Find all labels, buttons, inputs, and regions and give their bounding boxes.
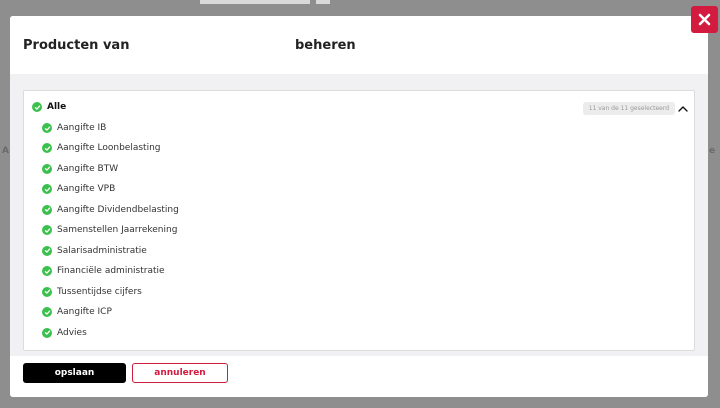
background-page-fragment: A <box>2 146 9 156</box>
check-circle-icon[interactable] <box>42 307 52 318</box>
product-row[interactable]: Aangifte ICP <box>42 304 112 320</box>
check-circle-icon[interactable] <box>32 102 42 112</box>
check-circle-icon[interactable] <box>42 245 52 256</box>
product-label: Aangifte IB <box>57 123 107 133</box>
product-row[interactable]: Advies <box>42 325 87 341</box>
modal-header: Producten van beheren <box>10 16 708 74</box>
manage-products-modal: Producten van beheren Alle 11 van de 11 … <box>10 16 708 397</box>
check-circle-icon[interactable] <box>42 123 52 133</box>
check-circle-icon[interactable] <box>42 286 52 297</box>
product-label: Advies <box>57 327 87 338</box>
product-row[interactable]: Salarisadministratie <box>42 243 147 259</box>
background-page-strip <box>316 0 330 4</box>
check-circle-icon[interactable] <box>42 327 52 338</box>
product-row-all[interactable]: Alle <box>32 99 66 115</box>
chevron-up-icon <box>678 105 688 112</box>
product-row[interactable]: Aangifte IB <box>42 120 106 136</box>
check-circle-icon[interactable] <box>42 163 52 174</box>
product-row[interactable]: Aangifte VPB <box>42 181 115 197</box>
product-label: Aangifte BTW <box>57 163 119 174</box>
check-circle-icon[interactable] <box>42 184 52 195</box>
save-button[interactable]: opslaan <box>23 363 126 383</box>
product-label: Samenstellen Jaarrekening <box>57 225 178 236</box>
modal-footer: opslaan annuleren <box>10 356 708 397</box>
product-row[interactable]: Aangifte Dividendbelasting <box>42 202 179 218</box>
cancel-button[interactable]: annuleren <box>132 363 228 383</box>
background-page-strip <box>200 0 310 4</box>
product-row[interactable]: Samenstellen Jaarrekening <box>42 222 177 238</box>
background-page-fragment: e <box>709 146 716 156</box>
product-label: Aangifte ICP <box>57 307 112 318</box>
close-button[interactable] <box>691 6 718 33</box>
check-circle-icon[interactable] <box>42 204 52 215</box>
product-label: Financiële administratie <box>57 266 165 277</box>
product-row[interactable]: Aangifte Loonbelasting <box>42 140 161 156</box>
product-label: Alle <box>47 102 67 112</box>
modal-title-prefix: Producten van <box>23 38 130 53</box>
modal-body: Alle 11 van de 11 geselecteerd Aangifte … <box>10 74 708 356</box>
product-label: Aangifte Dividendbelasting <box>57 204 179 215</box>
close-icon <box>698 13 711 26</box>
selection-count-badge: 11 van de 11 geselecteerd <box>582 102 675 115</box>
product-label: Aangifte VPB <box>57 184 116 195</box>
product-row[interactable]: Tussentijdse cijfers <box>42 284 142 300</box>
product-row[interactable]: Aangifte BTW <box>42 161 118 177</box>
check-circle-icon[interactable] <box>42 266 52 277</box>
check-circle-icon[interactable] <box>42 225 52 236</box>
product-label: Aangifte Loonbelasting <box>57 143 161 154</box>
product-row[interactable]: Financiële administratie <box>42 263 165 279</box>
modal-title-suffix: beheren <box>295 38 356 53</box>
collapse-button[interactable] <box>677 102 689 114</box>
products-panel: Alle 11 van de 11 geselecteerd Aangifte … <box>23 90 695 351</box>
check-circle-icon[interactable] <box>42 143 52 154</box>
product-label: Tussentijdse cijfers <box>57 286 142 297</box>
product-label: Salarisadministratie <box>57 245 147 256</box>
